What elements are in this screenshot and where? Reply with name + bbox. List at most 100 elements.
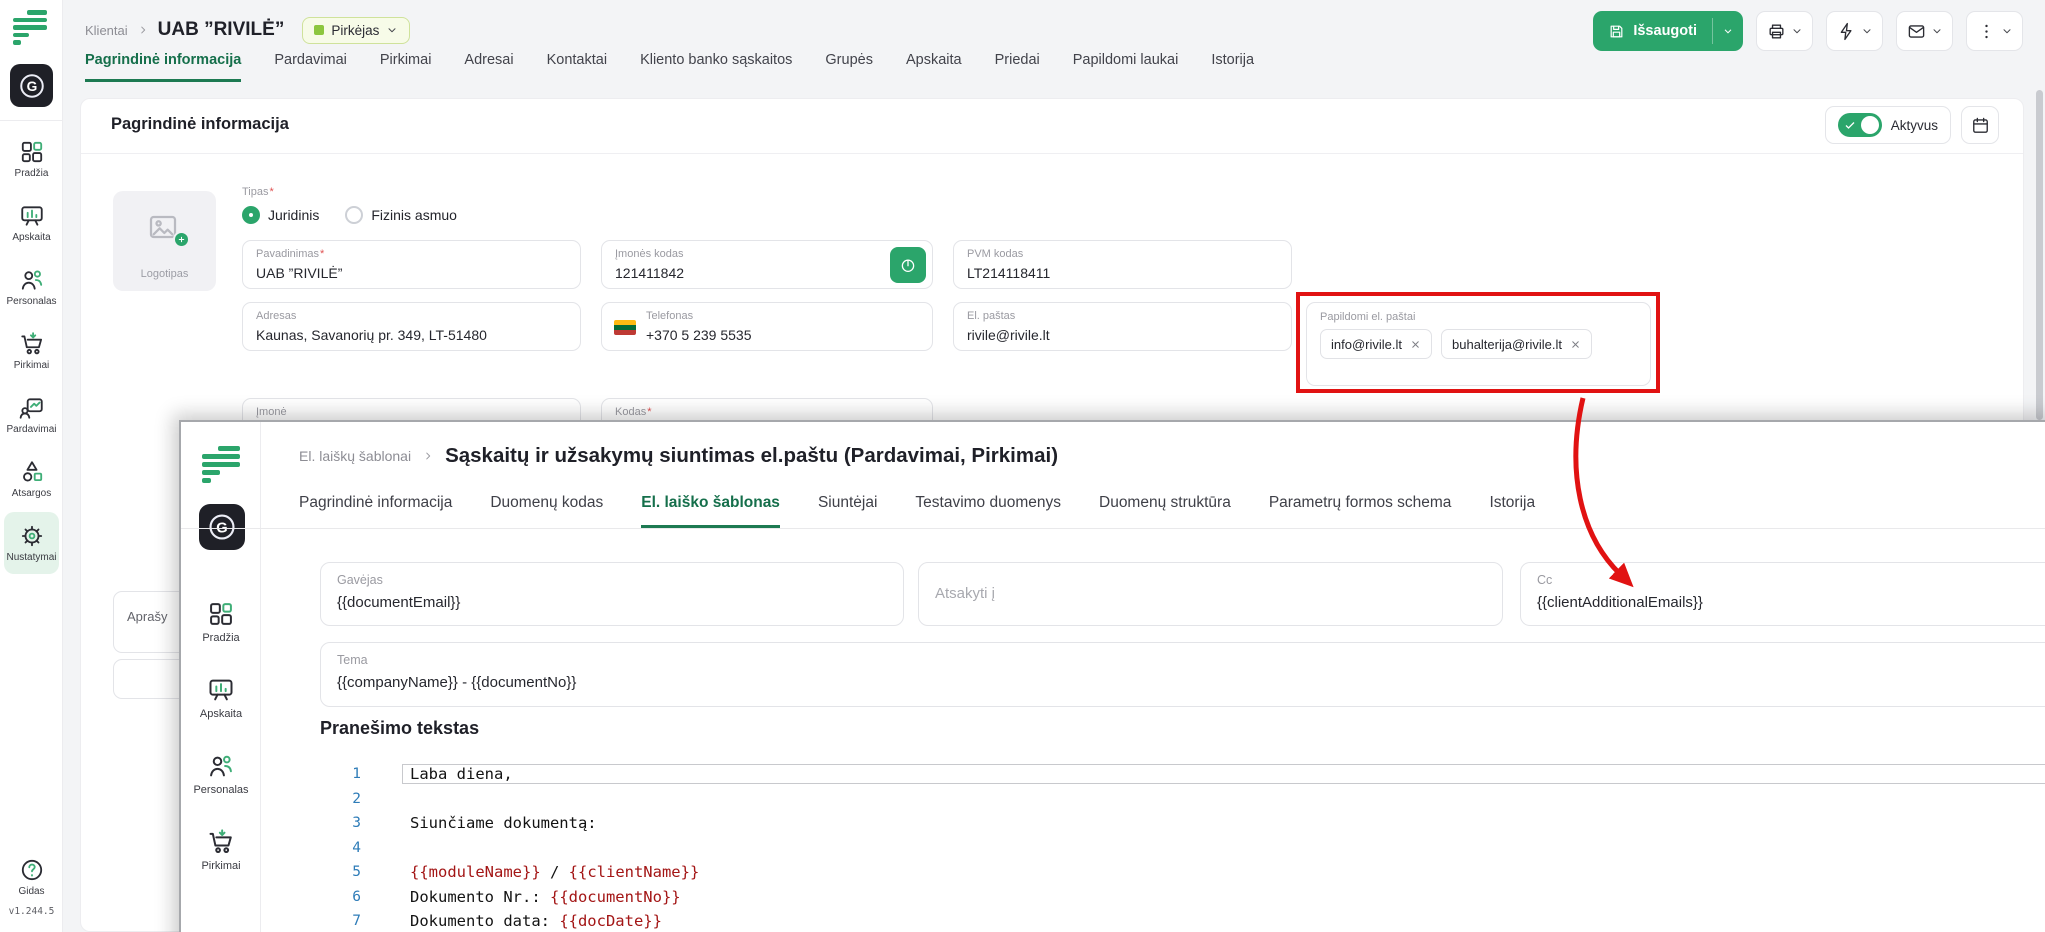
print-button[interactable] — [1756, 11, 1813, 51]
printer-icon — [1767, 22, 1786, 41]
active-toggle-group: Aktyvus — [1825, 106, 1951, 144]
tema-field[interactable]: Tema {{companyName}} - {{documentNo}} — [320, 642, 2045, 707]
tab-el-laisko-sablonas[interactable]: El. laiško šablonas — [641, 494, 780, 528]
code-text: Dokumento data: — [410, 912, 559, 930]
breadcrumb-link-klientai[interactable]: Klientai — [85, 23, 128, 38]
fetch-company-data-button[interactable] — [890, 247, 926, 283]
tab-pardavimai[interactable]: Pardavimai — [274, 52, 347, 82]
sidebar-item-personalas[interactable]: Personalas — [0, 256, 63, 318]
line-number: 2 — [261, 791, 361, 807]
sidebar-item-nustatymai[interactable]: Nustatymai — [4, 512, 59, 574]
radio-option-fizinis-asmuo[interactable]: Fizinis asmuo — [345, 206, 457, 224]
gavejas-field[interactable]: Gavėjas {{documentEmail}} — [320, 562, 904, 626]
editor-line: 7Dokumento data: {{docDate}} — [261, 909, 2045, 932]
line-number: 6 — [261, 889, 361, 905]
line-number: 4 — [261, 840, 361, 856]
chevron-right-icon — [138, 25, 148, 35]
tab-papildomi-laukai[interactable]: Papildomi laukai — [1073, 52, 1179, 82]
sidebar-item-pradzia[interactable]: Pradžia — [181, 588, 261, 656]
tipas-label: Tipas* — [242, 186, 274, 198]
message-code-editor[interactable]: 1Laba diena,23Siunčiame dokumentą:45{{mo… — [261, 762, 2045, 932]
logo-upload[interactable]: Logotipas — [113, 191, 216, 291]
tab-pagrindine-informacija[interactable]: Pagrindinė informacija — [85, 52, 241, 82]
rivile-logo[interactable] — [13, 10, 49, 45]
email-button[interactable] — [1896, 11, 1953, 51]
pavadinimas-field[interactable]: Pavadinimas* UAB ”RIVILĖ” — [242, 240, 581, 289]
sidebar-item-personalas[interactable]: Personalas — [181, 740, 261, 808]
save-button[interactable]: Išsaugoti — [1593, 11, 1743, 51]
divider — [0, 120, 62, 121]
sales-icon — [19, 395, 45, 421]
sidebar-item-apskaita[interactable]: Apskaita — [181, 664, 261, 732]
tab-testavimo-duomenys[interactable]: Testavimo duomenys — [915, 494, 1061, 528]
rivile-logo[interactable] — [202, 446, 242, 483]
client-type-badge[interactable]: Pirkėjas — [302, 17, 410, 44]
tab-siuntejai[interactable]: Siuntėjai — [818, 494, 877, 528]
gama-logo[interactable]: G — [199, 504, 245, 550]
tab-pagrindine-informacija[interactable]: Pagrindinė informacija — [299, 494, 452, 528]
line-number: 3 — [261, 815, 361, 831]
radio-icon — [345, 206, 363, 224]
line-content: Siunčiame dokumentą: — [403, 814, 2045, 832]
sidebar-item-label: Apskaita — [12, 232, 50, 243]
sidebar-item-apskaita[interactable]: Apskaita — [0, 192, 63, 254]
sidebar-item-pirkimai[interactable]: Pirkimai — [181, 816, 261, 884]
sidebar-item-pirkimai[interactable]: Pirkimai — [0, 320, 63, 382]
more-button[interactable] — [1966, 11, 2023, 51]
header-actions: Išsaugoti — [1593, 11, 2023, 51]
tab-parametru-formos-schema[interactable]: Parametrų formos schema — [1269, 494, 1452, 528]
badge-square-icon — [314, 25, 324, 35]
overlay-page-title: Sąskaitų ir užsakymų siuntimas el.paštu … — [445, 444, 1058, 468]
sidebar-item-label: Apskaita — [200, 708, 242, 720]
tab-grupes[interactable]: Grupės — [825, 52, 873, 82]
calendar-button[interactable] — [1961, 106, 1999, 144]
pvm-kodas-field[interactable]: PVM kodas LT214118411 — [953, 240, 1292, 289]
tab-priedai[interactable]: Priedai — [995, 52, 1040, 82]
active-toggle[interactable] — [1838, 113, 1882, 137]
badge-label: Pirkėjas — [331, 23, 379, 38]
atsakyti-field[interactable]: Atsakyti į — [918, 562, 1503, 626]
tab-istorija[interactable]: Istorija — [1211, 52, 1254, 82]
vertical-scrollbar[interactable] — [2036, 90, 2043, 420]
dashboard-icon — [207, 600, 235, 628]
kebab-icon — [1977, 22, 1996, 41]
imones-kodas-field[interactable]: Įmonės kodas 121411842 — [601, 240, 933, 289]
chevron-right-icon — [423, 451, 433, 461]
editor-line: 6Dokumento Nr.: {{documentNo}} — [261, 885, 2045, 910]
sidebar-item-gidas[interactable]: Gidas — [0, 846, 63, 908]
add-logo-icon[interactable] — [173, 231, 190, 248]
tab-kliento-banko-saskaitos[interactable]: Kliento banko sąskaitos — [640, 52, 792, 82]
code-text: Laba diena, — [410, 765, 513, 783]
quick-actions-button[interactable] — [1826, 11, 1883, 51]
sidebar-item-atsargos[interactable]: Atsargos — [0, 448, 63, 510]
cc-field[interactable]: Cc {{clientAdditionalEmails}} — [1520, 562, 2045, 626]
telefonas-field[interactable]: Telefonas +370 5 239 5535 — [601, 302, 933, 351]
tab-istorija[interactable]: Istorija — [1489, 494, 1535, 528]
annotation-highlight-rectangle — [1296, 292, 1660, 393]
sidebar-item-label: Pradžia — [15, 168, 49, 179]
sidebar-item-pardavimai[interactable]: Pardavimai — [0, 384, 63, 446]
tab-apskaita[interactable]: Apskaita — [906, 52, 962, 82]
page-title: UAB ”RIVILĖ” — [158, 19, 285, 41]
tab-pirkimai[interactable]: Pirkimai — [380, 52, 432, 82]
save-button-label: Išsaugoti — [1633, 23, 1697, 39]
sidebar-item-label: Pradžia — [202, 632, 239, 644]
save-dropdown-button[interactable] — [1713, 11, 1743, 51]
radio-option-juridinis[interactable]: Juridinis — [242, 206, 319, 224]
sidebar-item-label: Pirkimai — [201, 860, 240, 872]
breadcrumb-link-sablonai[interactable]: El. laiškų šablonai — [299, 448, 411, 464]
sidebar-item-pradzia[interactable]: Pradžia — [0, 128, 63, 190]
template-token: {{docDate}} — [559, 912, 662, 930]
tab-duomenu-kodas[interactable]: Duomenų kodas — [490, 494, 603, 528]
gama-logo[interactable]: G — [10, 64, 53, 107]
gear-icon — [19, 523, 45, 549]
el-pastas-field[interactable]: El. paštas rivile@rivile.lt — [953, 302, 1292, 351]
sidebar-item-label: Personalas — [6, 296, 56, 307]
adresas-field[interactable]: Adresas Kaunas, Savanorių pr. 349, LT-51… — [242, 302, 581, 351]
radio-label: Fizinis asmuo — [371, 207, 457, 223]
cart-icon — [207, 828, 235, 856]
people-icon — [19, 267, 45, 293]
tab-duomenu-struktura[interactable]: Duomenų struktūra — [1099, 494, 1231, 528]
tab-kontaktai[interactable]: Kontaktai — [547, 52, 607, 82]
tab-adresai[interactable]: Adresai — [464, 52, 513, 82]
